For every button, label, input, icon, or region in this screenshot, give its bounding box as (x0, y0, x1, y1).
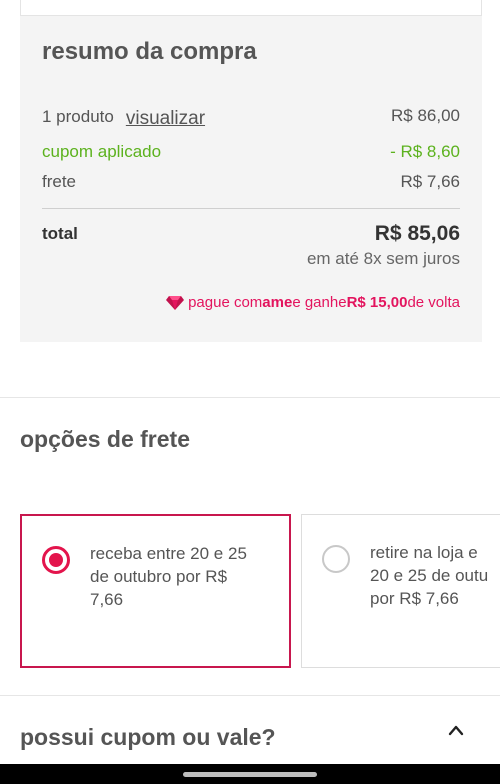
order-summary: resumo da compra 1 produto visualizar R$ … (20, 16, 482, 342)
total-label: total (42, 224, 78, 243)
coupon-row: cupom aplicado - R$ 8,60 (42, 142, 460, 162)
shipping-option-text: retire na loja e 20 e 25 de outu por R$ … (370, 543, 489, 608)
chevron-up-icon[interactable] (446, 722, 466, 738)
coupon-section-title[interactable]: possui cupom ou vale? (20, 724, 276, 751)
system-navigation-bar (0, 764, 500, 784)
products-label: 1 produto (42, 107, 114, 126)
shipping-option-delivery[interactable]: receba entre 20 e 25 de outubro por R$ 7… (20, 514, 291, 668)
coupon-label: cupom aplicado (42, 142, 162, 161)
total-value: R$ 85,06 (374, 222, 460, 245)
ame-diamond-icon (166, 295, 185, 310)
ame-text-pre: pague com (188, 294, 263, 311)
section-divider (0, 695, 500, 696)
ame-amount: R$ 15,00 (346, 294, 408, 311)
products-value: R$ 86,00 (391, 106, 460, 125)
shipping-row: frete R$ 7,66 (42, 172, 460, 192)
shipping-value: R$ 7,66 (400, 172, 460, 191)
coupon-value: - R$ 8,60 (390, 142, 460, 161)
radio-selected[interactable] (42, 546, 70, 574)
shipping-option-pickup[interactable]: retire na loja e 20 e 25 de outu por R$ … (301, 514, 500, 668)
installments-text: em até 8x sem juros (306, 249, 460, 268)
gesture-handle[interactable] (183, 772, 317, 777)
previous-card (20, 0, 482, 16)
shipping-label: frete (42, 172, 77, 191)
ame-cashback-promo: pague com ame e ganhe R$ 15,00 de volta (166, 294, 460, 311)
ame-brand: ame (262, 294, 293, 311)
products-row: 1 produto visualizar R$ 86,00 (42, 106, 460, 129)
ame-text-mid: e ganhe (292, 294, 347, 311)
shipping-option-text: receba entre 20 e 25 de outubro por R$ 7… (90, 544, 247, 609)
view-products-link[interactable]: visualizar (126, 108, 205, 129)
shipping-options-title: opções de frete (20, 426, 190, 452)
summary-divider (42, 208, 460, 209)
radio-unselected[interactable] (322, 545, 350, 573)
section-divider (0, 397, 500, 398)
summary-title: resumo da compra (42, 38, 257, 65)
ame-text-post: de volta (407, 294, 460, 311)
